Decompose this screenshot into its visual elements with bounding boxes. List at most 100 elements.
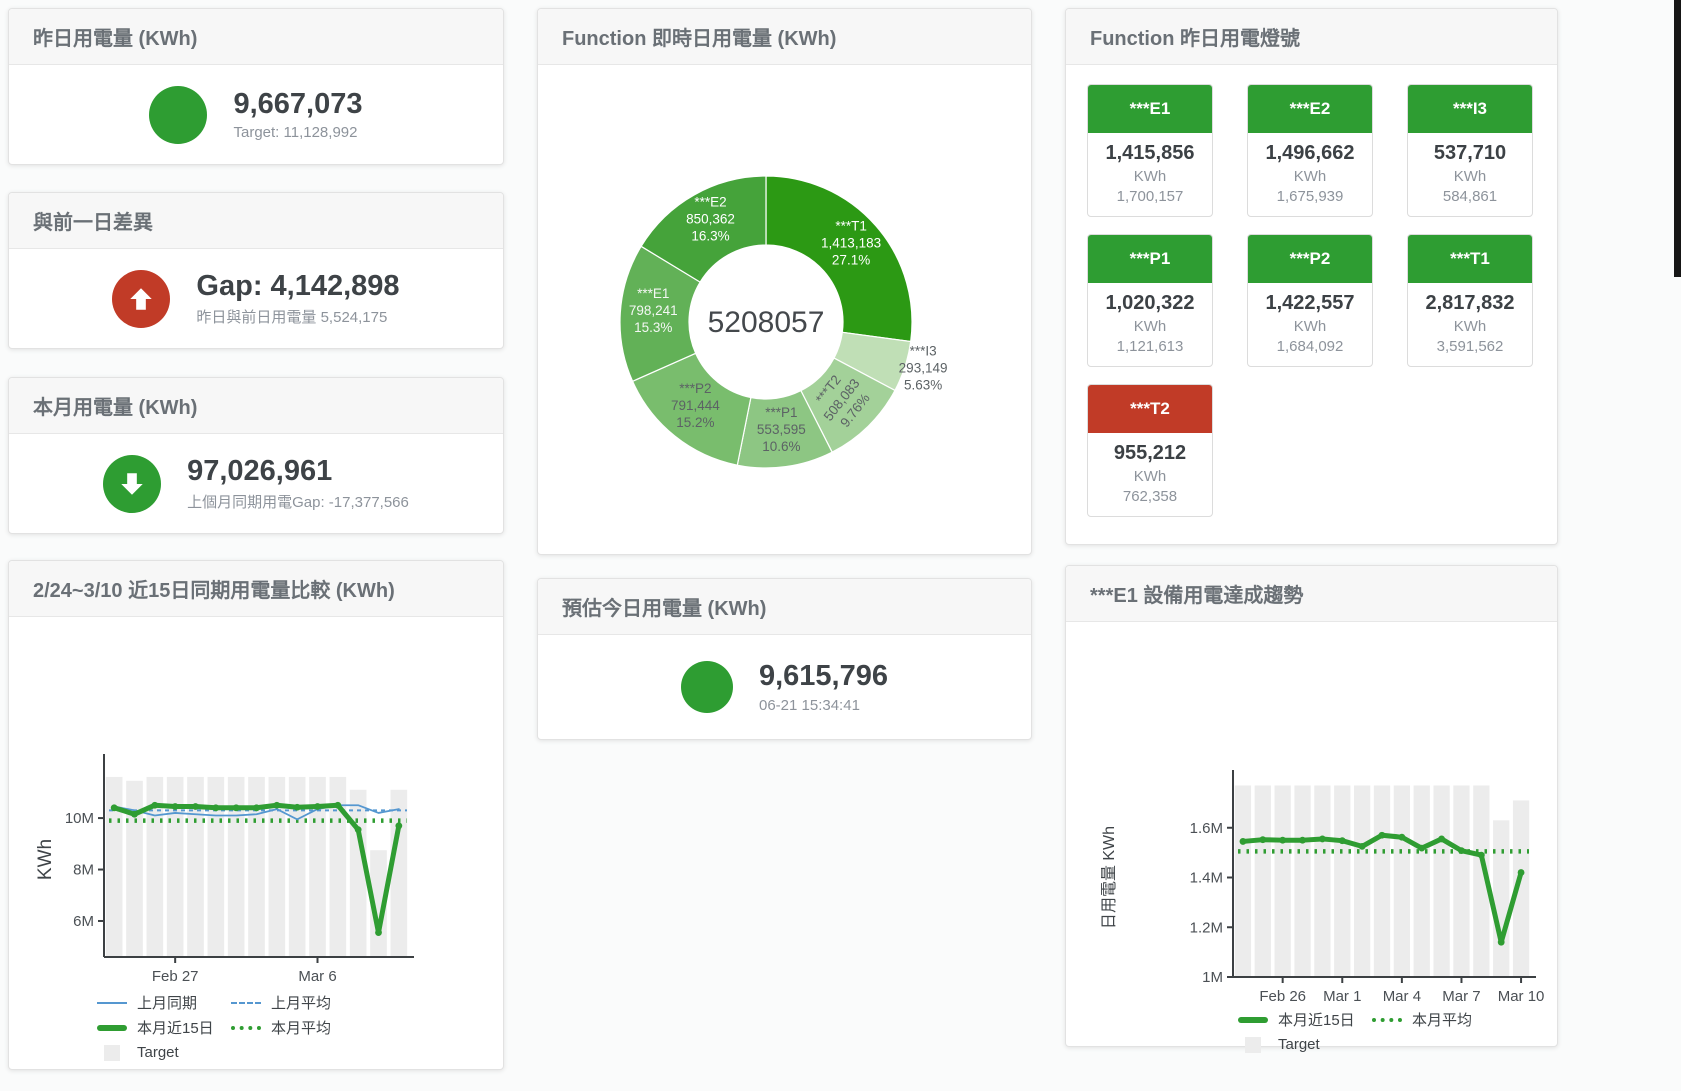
lamp-tile-header: ***E1 [1088, 85, 1212, 133]
card-gap: 與前一日差異 Gap: 4,142,898 昨日與前日用電量 5,524,175 [8, 192, 504, 349]
card-forecast: 預估今日用電量 (KWh) 9,615,796 06-21 15:34:41 [537, 578, 1032, 740]
series-point [192, 803, 199, 810]
arrow-down-icon [117, 469, 147, 499]
arrow-down-circle-icon [103, 455, 161, 513]
lamp-tile-value: 1,422,557 [1248, 292, 1372, 315]
series-point [172, 803, 179, 810]
series-point [131, 811, 138, 818]
series-point [1299, 837, 1306, 844]
target-bar [1394, 785, 1410, 977]
series-point [1478, 852, 1485, 859]
target-bar [106, 777, 123, 957]
lamp-tile-value: 1,020,322 [1088, 292, 1212, 315]
legend-item: Target [1238, 1036, 1320, 1053]
gap-subtext: 昨日與前日用電量 5,524,175 [196, 306, 399, 327]
target-bar [1255, 785, 1271, 977]
series-point [1259, 836, 1266, 843]
series-point [355, 826, 362, 833]
y-axis-label: KWh [35, 839, 56, 880]
lamp-tile-P2: ***P21,422,557KWh1,684,092 [1247, 234, 1373, 367]
card-month: 本月用電量 (KWh) 97,026,961 上個月同期用電Gap: -17,3… [8, 377, 504, 534]
lamp-tile-target: 1,684,092 [1248, 338, 1372, 355]
legend-item: 本月平均 [1372, 1009, 1472, 1030]
target-bar [1493, 820, 1509, 977]
legend-label: 本月平均 [1412, 1009, 1472, 1030]
yesterday-target: Target: 11,128,992 [233, 124, 362, 141]
lamp-tile-value: 955,212 [1088, 442, 1212, 465]
series-point [1398, 834, 1405, 841]
green-dot-swatch-icon [1372, 1018, 1402, 1022]
legend-label: 本月近15日 [137, 1017, 214, 1038]
lamp-tile-T1: ***T12,817,832KWh3,591,562 [1407, 234, 1533, 367]
target-bar [350, 790, 367, 957]
series-point [395, 822, 402, 829]
lamp-tile-header: ***T2 [1088, 385, 1212, 433]
green-thick-swatch-icon [1238, 1017, 1268, 1023]
card-trend-chart: ***E1 設備用電達成趨勢 1.6M1.4M1.2M1MFeb 26Mar 1… [1065, 565, 1558, 1047]
forecast-value: 9,615,796 [759, 660, 888, 693]
card-yesterday: 昨日用電量 (KWh) 9,667,073 Target: 11,128,992 [8, 8, 504, 165]
target-bar [248, 777, 265, 957]
card-forecast-title: 預估今日用電量 (KWh) [538, 579, 1031, 635]
month-value: 97,026,961 [187, 455, 409, 488]
forecast-timestamp: 06-21 15:34:41 [759, 697, 888, 714]
series-point [375, 929, 382, 936]
series-point [294, 804, 301, 811]
y-tick-label: 1M [1202, 969, 1223, 986]
legend-label: 本月平均 [271, 1017, 331, 1038]
series-point [334, 802, 341, 809]
series-point [253, 804, 260, 811]
lamp-tile-E2: ***E21,496,662KWh1,675,939 [1247, 84, 1373, 217]
trend-line-chart: 1.6M1.4M1.2M1MFeb 26Mar 1Mar 4Mar 7Mar 1… [1066, 622, 1555, 1004]
card-month-title: 本月用電量 (KWh) [9, 378, 503, 434]
series-point [314, 803, 321, 810]
lamp-tile-target: 762,358 [1088, 488, 1212, 505]
card-lamps: Function 昨日用電燈號 ***E11,415,856KWh1,700,1… [1065, 8, 1558, 545]
card-yesterday-body: 9,667,073 Target: 11,128,992 [9, 65, 503, 164]
series-point [233, 804, 240, 811]
series-point [1498, 939, 1505, 946]
lamp-tile-header: ***P1 [1088, 235, 1212, 283]
legend-label: 上月平均 [271, 992, 331, 1013]
lamp-tile-E1: ***E11,415,856KWh1,700,157 [1087, 84, 1213, 217]
lamp-tile-T2: ***T2 955,212 KWh 762,358 [1087, 384, 1213, 517]
series-point [1359, 843, 1366, 850]
x-tick-label: Feb 26 [1259, 988, 1306, 1004]
x-tick-label: Mar 1 [1323, 988, 1361, 1004]
lamp-tile-target: 584,861 [1408, 188, 1532, 205]
lamp-tile-header: ***I3 [1408, 85, 1532, 133]
card-trend-title: ***E1 設備用電達成趨勢 [1066, 566, 1557, 622]
scrollbar[interactable] [1674, 0, 1681, 277]
green-status-circle-icon [681, 661, 733, 713]
series-point [1279, 837, 1286, 844]
lamp-tile-header: ***P2 [1248, 235, 1372, 283]
target-bar [207, 777, 224, 957]
card-gap-title: 與前一日差異 [9, 193, 503, 249]
gray-square-swatch-icon [104, 1045, 120, 1061]
legend-item: 上月平均 [231, 992, 331, 1013]
series-point [1240, 838, 1247, 845]
target-bar [1433, 785, 1449, 977]
legend-item: 上月同期 [97, 992, 231, 1013]
lamp-tile-unit: KWh [1408, 318, 1532, 335]
target-bar [1235, 785, 1251, 977]
lamp-tile-P1: ***P11,020,322KWh1,121,613 [1087, 234, 1213, 367]
month-subtext: 上個月同期用電Gap: -17,377,566 [187, 491, 409, 512]
series-point [1438, 836, 1445, 843]
y-tick-label: 6M [73, 913, 94, 930]
gray-square-swatch-icon [1245, 1037, 1261, 1053]
card-compare-chart: 2/24~3/10 近15日同期用電量比較 (KWh) 10M8M6MFeb 2… [8, 560, 504, 1070]
card-realtime-donut: Function 即時日用電量 (KWh) ***T11,413,18327.1… [537, 8, 1032, 555]
legend-row: Target [1238, 1034, 1557, 1055]
legend-row: 本月近15日 本月平均 [97, 1017, 503, 1038]
green-thick-swatch-icon [97, 1025, 127, 1031]
target-bar [1294, 785, 1310, 977]
lamp-tile-unit: KWh [1088, 468, 1212, 485]
legend-item: 本月近15日 [1238, 1009, 1372, 1030]
lamp-tile-target: 1,675,939 [1248, 188, 1372, 205]
arrow-up-icon [126, 284, 156, 314]
trend-chart-legend: 本月近15日 本月平均 Target [1238, 1009, 1557, 1055]
blue-line-swatch-icon [97, 1002, 127, 1004]
dashboard: 昨日用電量 (KWh) 9,667,073 Target: 11,128,992… [0, 0, 1681, 1091]
yesterday-value: 9,667,073 [233, 88, 362, 121]
